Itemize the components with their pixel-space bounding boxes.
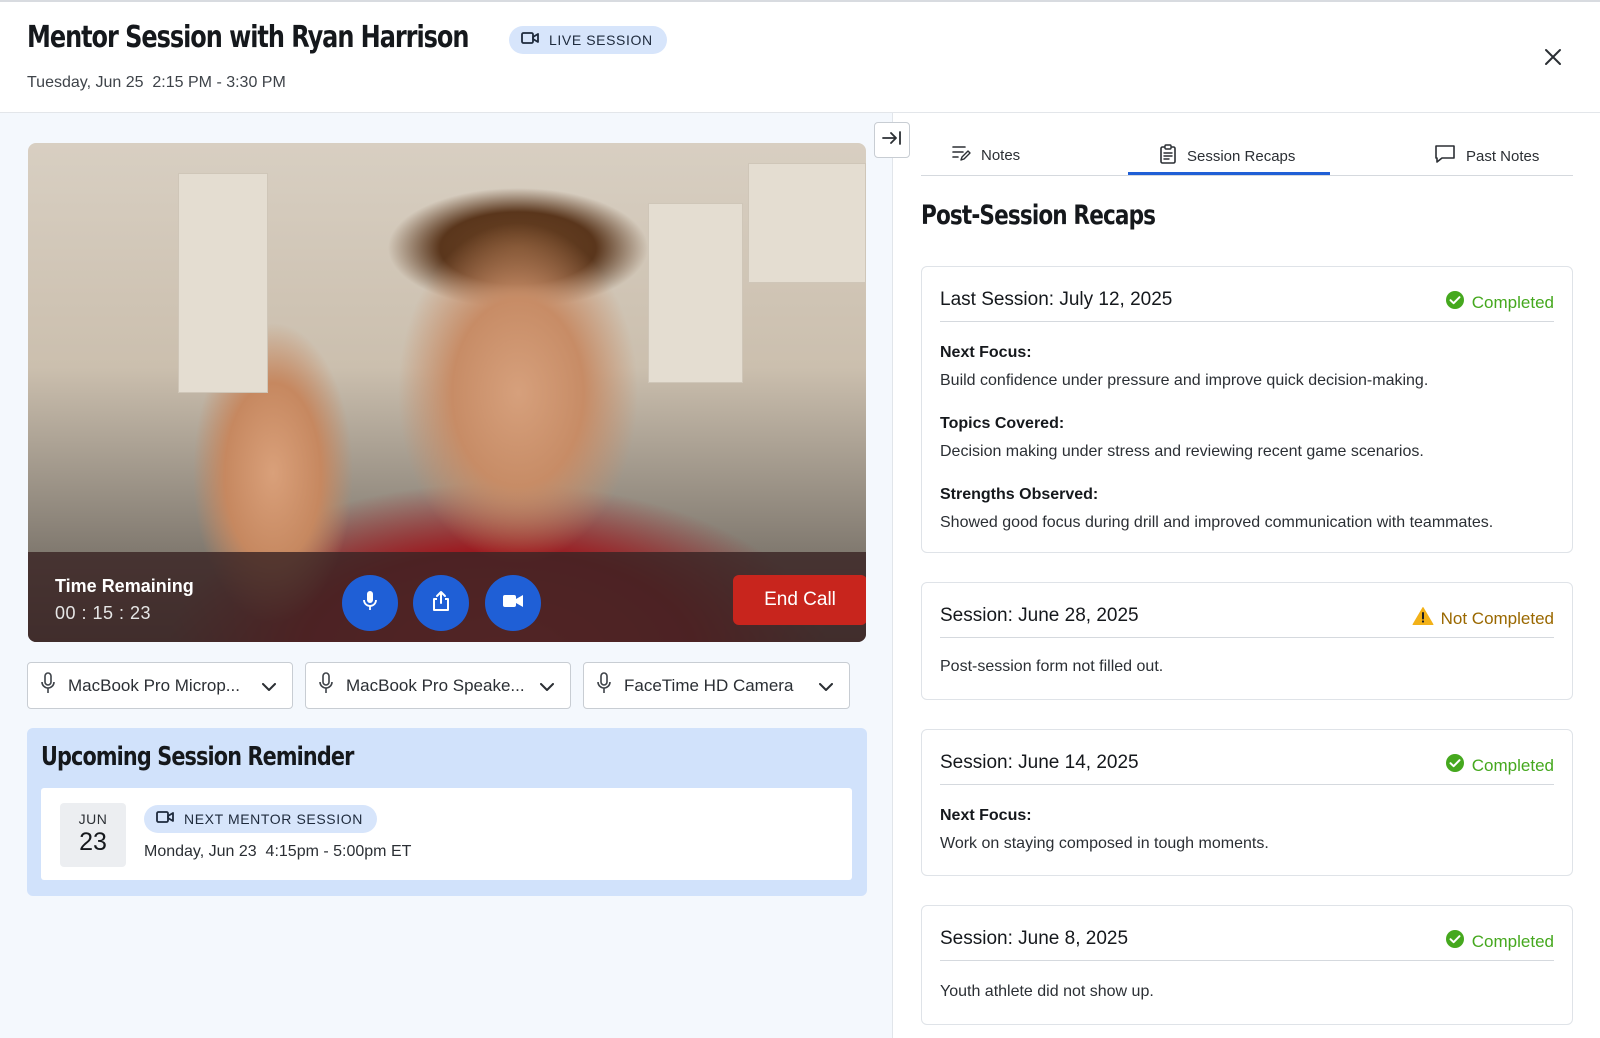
recap-card: Session: June 8, 2025 Completed Youth at… [921,905,1573,1025]
background-cabinet [648,203,743,383]
background-cabinet [748,163,866,283]
speaker-select[interactable]: MacBook Pro Speake... [305,662,571,709]
microphone-icon [361,590,379,617]
recap-heading: Session: June 8, 2025 [940,928,1129,949]
page-title: Mentor Session with Ryan Harrison [27,20,469,55]
check-circle-icon [1445,753,1465,778]
next-session-label: NEXT MENTOR SESSION [184,811,363,827]
divider [940,784,1554,785]
status-label: Completed [1471,755,1554,775]
share-button[interactable] [413,575,469,631]
live-session-label: LIVE SESSION [549,32,653,48]
field-value: Decision making under stress and reviewi… [940,443,1424,460]
tab-notes-label: Notes [981,146,1021,164]
tab-past-notes[interactable]: Past Notes [1434,144,1539,168]
status-badge: Completed [1445,753,1554,778]
tab-notes[interactable]: Notes [951,144,1020,166]
field-value: Showed good focus during drill and impro… [940,514,1494,531]
check-circle-icon [1445,290,1465,315]
date-month: JUN [78,811,108,827]
field-label: Next Focus: [940,807,1032,824]
status-badge: Completed [1445,929,1554,954]
video-camera-icon [156,810,174,829]
upcoming-session-reminder: Upcoming Session Reminder JUN 23 NEXT ME… [27,728,867,896]
section-title: Post-Session Recaps [921,200,1156,231]
time-remaining-value: 00 : 15 : 23 [55,603,152,623]
microphone-select-value: MacBook Pro Microp... [68,675,240,695]
camera-button[interactable] [485,575,541,631]
status-label: Completed [1471,931,1554,951]
recap-card: Session: June 28, 2025 Not Completed Pos… [921,582,1573,700]
microphone-select[interactable]: MacBook Pro Microp... [27,662,293,709]
share-icon [431,590,451,617]
status-badge: Not Completed [1412,606,1554,631]
recap-card: Last Session: July 12, 2025 Completed Ne… [921,266,1573,553]
recap-tabs: Notes Session Recaps Past Notes [921,140,1573,176]
date-tile: JUN 23 [60,803,126,867]
reminder-card[interactable]: JUN 23 NEXT MENTOR SESSION Monday, Jun 2… [41,788,852,880]
divider [940,960,1554,961]
tab-past-notes-label: Past Notes [1466,147,1540,165]
camera-select[interactable]: FaceTime HD Camera [583,662,850,709]
recap-card: Session: June 14, 2025 Completed Next Fo… [921,729,1573,876]
microphone-icon [318,672,334,699]
session-datetime: Tuesday, Jun 25 2:15 PM - 3:30 PM [27,74,286,91]
recap-heading: Session: June 14, 2025 [940,752,1139,773]
divider [940,637,1554,638]
date-day: 23 [79,828,107,856]
camera-select-value: FaceTime HD Camera [624,675,794,695]
warning-icon [1412,606,1434,631]
field-label: Strengths Observed: [940,486,1099,503]
check-circle-icon [1445,929,1465,954]
time-remaining-label: Time Remaining [55,576,194,596]
end-call-button[interactable]: End Call [733,575,866,625]
tab-session-recaps[interactable]: Session Recaps [1159,144,1295,168]
status-label: Completed [1471,292,1554,312]
field-value: Build confidence under pressure and impr… [940,372,1429,389]
microphone-icon [596,672,612,699]
call-panel: Time Remaining 00 : 15 : 23 End Call Mac… [0,113,893,1038]
field-value: Work on staying composed in tough moment… [940,835,1269,852]
clipboard-icon [1159,144,1177,168]
status-badge: Completed [1445,290,1554,315]
chat-bubble-icon [1434,144,1456,168]
field-label: Topics Covered: [940,415,1065,432]
microphone-icon [40,672,56,699]
video-camera-icon [502,593,524,614]
status-label: Not Completed [1440,608,1554,628]
reminder-title: Upcoming Session Reminder [41,742,354,772]
reminder-time: Monday, Jun 23 4:15pm - 5:00pm ET [144,843,412,860]
recap-heading: Session: June 28, 2025 [940,605,1139,626]
active-tab-indicator [1128,172,1330,175]
notes-edit-icon [951,144,971,166]
chevron-down-icon [819,679,833,697]
video-camera-icon [521,31,539,50]
background-cabinet [178,173,268,393]
microphone-button[interactable] [342,575,398,631]
chevron-down-icon [262,679,276,697]
recap-heading: Last Session: July 12, 2025 [940,289,1173,310]
field-label: Next Focus: [940,344,1032,361]
tab-session-recaps-label: Session Recaps [1187,147,1296,165]
speaker-select-value: MacBook Pro Speake... [346,675,525,695]
collapse-panel-button[interactable] [874,122,910,158]
close-button[interactable] [1538,44,1568,74]
close-icon [1544,48,1562,71]
video-feed: Time Remaining 00 : 15 : 23 End Call [28,143,866,642]
next-session-badge: NEXT MENTOR SESSION [144,805,377,833]
session-header: Mentor Session with Ryan Harrison LIVE S… [0,2,1600,113]
collapse-right-icon [881,130,903,151]
divider [940,321,1554,322]
live-session-badge: LIVE SESSION [509,26,667,54]
recap-note: Post-session form not filled out. [940,658,1164,675]
chevron-down-icon [540,679,554,697]
recap-note: Youth athlete did not show up. [940,983,1154,1000]
